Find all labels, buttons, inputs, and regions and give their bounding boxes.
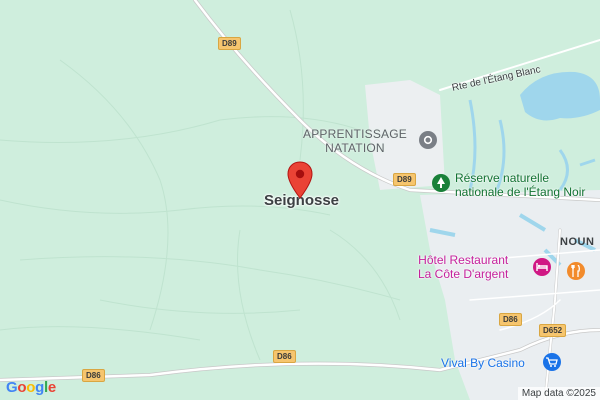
road-shield-d652: D652 (539, 324, 567, 337)
road-shield-d86: D86 (499, 313, 522, 326)
road-shield-d86: D86 (82, 369, 105, 382)
place-icon[interactable] (419, 131, 437, 149)
town-label-noun: NOUN (560, 236, 595, 248)
road-shield-d89: D89 (393, 173, 416, 186)
map-attribution[interactable]: Map data ©2025 (517, 387, 600, 400)
poi-label-line: APPRENTISSAGE (303, 127, 407, 141)
map-pin-icon[interactable] (287, 161, 313, 201)
park-icon[interactable] (432, 174, 450, 192)
poi-apprentissage-label[interactable]: APPRENTISSAGE NATATION (303, 127, 407, 155)
poi-vival-label[interactable]: Vival By Casino (441, 356, 525, 370)
poi-reserve-label[interactable]: Réserve naturelle nationale de l'Étang N… (455, 171, 585, 199)
restaurant-icon[interactable] (567, 262, 585, 280)
poi-label-line: Hôtel Restaurant (418, 253, 509, 267)
poi-label-line: nationale de l'Étang Noir (455, 185, 586, 199)
google-logo: Google (6, 379, 56, 396)
hotel-icon[interactable] (533, 258, 551, 276)
shopping-cart-icon[interactable] (543, 353, 561, 371)
road-shield-d86: D86 (273, 350, 296, 363)
poi-hotel-label[interactable]: Hôtel Restaurant La Côte D'argent (418, 253, 508, 281)
poi-label-line: La Côte D'argent (418, 267, 509, 281)
map-canvas[interactable]: D89 D89 D86 D652 D86 D86 Rte de l'Étang … (0, 0, 600, 400)
road-shield-d89: D89 (218, 37, 241, 50)
poi-label-line: NATATION (325, 141, 385, 155)
poi-label-line: Réserve naturelle (455, 171, 550, 185)
